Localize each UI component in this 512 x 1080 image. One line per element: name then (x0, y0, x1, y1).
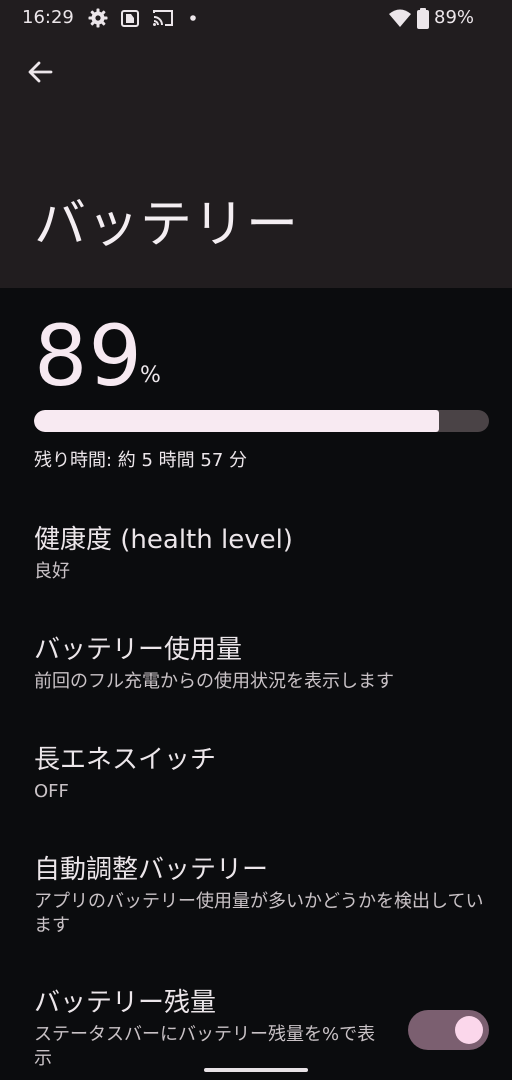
pref-adaptive-battery[interactable]: 自動調整バッテリー アプリのバッテリー使用量が多いかどうかを検出しています (0, 852, 512, 948)
battery-icon (416, 8, 430, 29)
toggle-thumb (455, 1016, 483, 1044)
battery-percentage-toggle[interactable] (408, 1010, 489, 1050)
page-title: バッテリー (34, 195, 300, 255)
pref-title: 長エネスイッチ (34, 745, 217, 775)
back-button[interactable] (20, 54, 60, 94)
pref-battery-usage[interactable]: バッテリー使用量 前回のフル充電からの使用状況を表示します (0, 632, 512, 702)
pref-long-eco-switch[interactable]: 長エネスイッチ OFF (0, 742, 512, 812)
pref-title: 自動調整バッテリー (34, 855, 269, 885)
pref-health-level[interactable]: 健康度 (health level) 良好 (0, 522, 512, 592)
status-bar: 16:29 89% (0, 0, 512, 36)
status-time: 16:29 (22, 7, 74, 28)
battery-meter-fill (34, 410, 439, 432)
battery-meter (34, 410, 489, 432)
battery-level-value: 89 (34, 307, 143, 405)
notification-app-icon (120, 8, 140, 28)
arrow-left-icon (27, 59, 53, 89)
pref-summary: 良好 (34, 561, 70, 582)
home-indicator[interactable] (204, 1068, 308, 1072)
wifi-icon (388, 8, 412, 28)
pref-summary: ステータスバーにバッテリー残量を%で表示 (34, 1024, 376, 1069)
pref-title: バッテリー残量 (34, 988, 217, 1018)
pref-title: 健康度 (health level) (34, 525, 293, 555)
pref-summary: アプリのバッテリー使用量が多いかどうかを検出しています (34, 891, 484, 936)
pref-title: バッテリー使用量 (34, 635, 243, 665)
cast-icon (152, 8, 173, 28)
pref-summary: OFF (34, 781, 69, 802)
gear-icon (88, 8, 108, 28)
pref-summary: 前回のフル充電からの使用状況を表示します (34, 671, 394, 692)
status-battery-percent: 89% (434, 7, 475, 28)
battery-remaining-time: 残り時間: 約 5 時間 57 分 (34, 450, 248, 471)
dot-icon (188, 8, 208, 28)
battery-level-unit: % (140, 363, 161, 388)
